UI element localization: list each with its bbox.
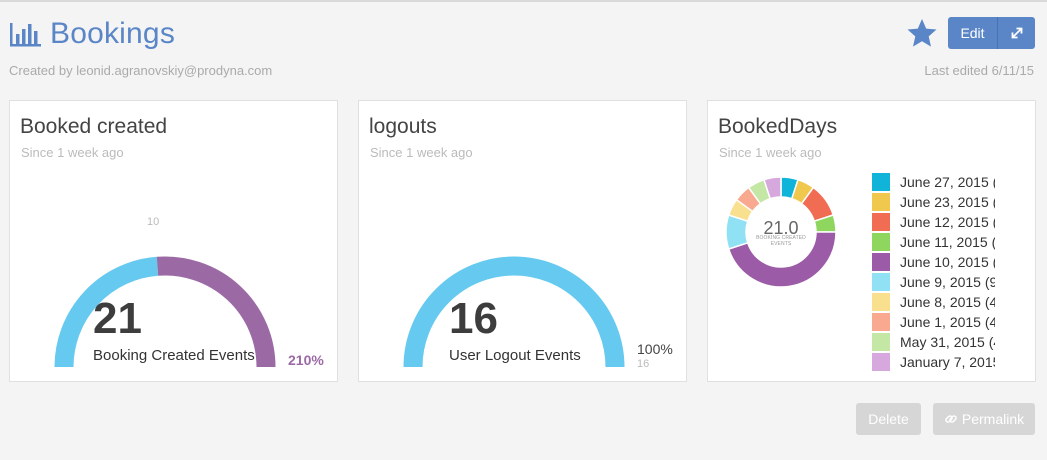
permalink-button[interactable]: Permalink <box>933 403 1035 435</box>
legend-item[interactable]: June 23, 2015 (4.8%) <box>872 192 995 212</box>
legend-item[interactable]: January 7, 2015 (4.8%) <box>872 352 995 372</box>
legend-label: June 23, 2015 (4.8%) <box>900 194 995 210</box>
legend-swatch <box>872 173 890 191</box>
legend-item[interactable]: June 12, 2015 (9.5%) <box>872 212 995 232</box>
legend-label: May 31, 2015 (4.8%) <box>900 334 995 350</box>
top-border <box>0 0 1047 2</box>
chart-legend: June 27, 2015 (4.8%) June 23, 2015 (4.8%)… <box>872 172 995 372</box>
legend-item[interactable]: June 10, 2015 (42.9%) <box>872 252 995 272</box>
last-edited: Last edited 6/11/15 <box>924 63 1034 78</box>
link-icon <box>945 415 957 423</box>
legend-label: June 12, 2015 (9.5%) <box>900 214 995 230</box>
created-by: Created by leonid.agranovskiy@prodyna.co… <box>9 63 273 78</box>
gauge-label: Booking Created Events <box>93 347 255 364</box>
donut-center-label: BOOKING CREATED EVENTS <box>756 235 806 247</box>
expand-icon <box>1011 27 1022 39</box>
legend-item[interactable]: June 27, 2015 (4.8%) <box>872 172 995 192</box>
page-header: Bookings <box>8 14 175 54</box>
legend-swatch <box>872 193 890 211</box>
edit-button-group: Edit <box>948 17 1035 49</box>
permalink-label: Permalink <box>961 411 1025 427</box>
legend-item[interactable]: June 9, 2015 (9.5%) <box>872 272 995 292</box>
card-booked-created: Booked created Since 1 week ago 10 21 Bo… <box>9 100 338 382</box>
gauge-value: 21 <box>93 294 142 343</box>
card-logouts: logouts Since 1 week ago 16 User Logout … <box>358 100 687 382</box>
card-booked-days: BookedDays Since 1 week ago 21.0 BOOKING… <box>707 100 1036 382</box>
bar-chart-icon <box>10 23 41 47</box>
gauge-chart <box>54 256 276 368</box>
legend-swatch <box>872 333 890 351</box>
legend-swatch <box>872 213 890 231</box>
legend-label: June 1, 2015 (4.8%) <box>900 314 995 330</box>
legend-swatch <box>872 313 890 331</box>
page-title: Bookings <box>50 17 176 50</box>
legend-swatch <box>872 293 890 311</box>
legend-label: June 10, 2015 (42.9%) <box>900 254 995 270</box>
legend-item[interactable]: May 31, 2015 (4.8%) <box>872 332 995 352</box>
legend-swatch <box>872 253 890 271</box>
gauge-chart <box>403 256 625 368</box>
gauge-label: User Logout Events <box>449 347 581 364</box>
legend-label: June 9, 2015 (9.5%) <box>900 274 995 290</box>
legend-swatch <box>872 353 890 371</box>
legend-item[interactable]: June 1, 2015 (4.8%) <box>872 312 995 332</box>
expand-button[interactable] <box>998 17 1035 49</box>
legend-label: January 7, 2015 (4.8%) <box>900 354 995 370</box>
gauge-percent: 210% <box>288 352 324 368</box>
legend-swatch <box>872 233 890 251</box>
edit-button[interactable]: Edit <box>948 17 998 49</box>
gauge-percent: 100% <box>637 341 673 357</box>
legend-swatch <box>872 273 890 291</box>
delete-button[interactable]: Delete <box>856 403 921 435</box>
legend-item[interactable]: June 11, 2015 (4.8%) <box>872 232 995 252</box>
gauge-value: 16 <box>449 294 498 343</box>
legend-label: June 27, 2015 (4.8%) <box>900 174 995 190</box>
gauge-goal: 10 <box>147 216 160 228</box>
gauge-goal: 16 <box>637 358 650 370</box>
legend-item[interactable]: June 8, 2015 (4.8%) <box>872 292 995 312</box>
legend-label: June 11, 2015 (4.8%) <box>900 234 995 250</box>
legend-label: June 8, 2015 (4.8%) <box>900 294 995 310</box>
star-icon[interactable] <box>906 18 938 48</box>
